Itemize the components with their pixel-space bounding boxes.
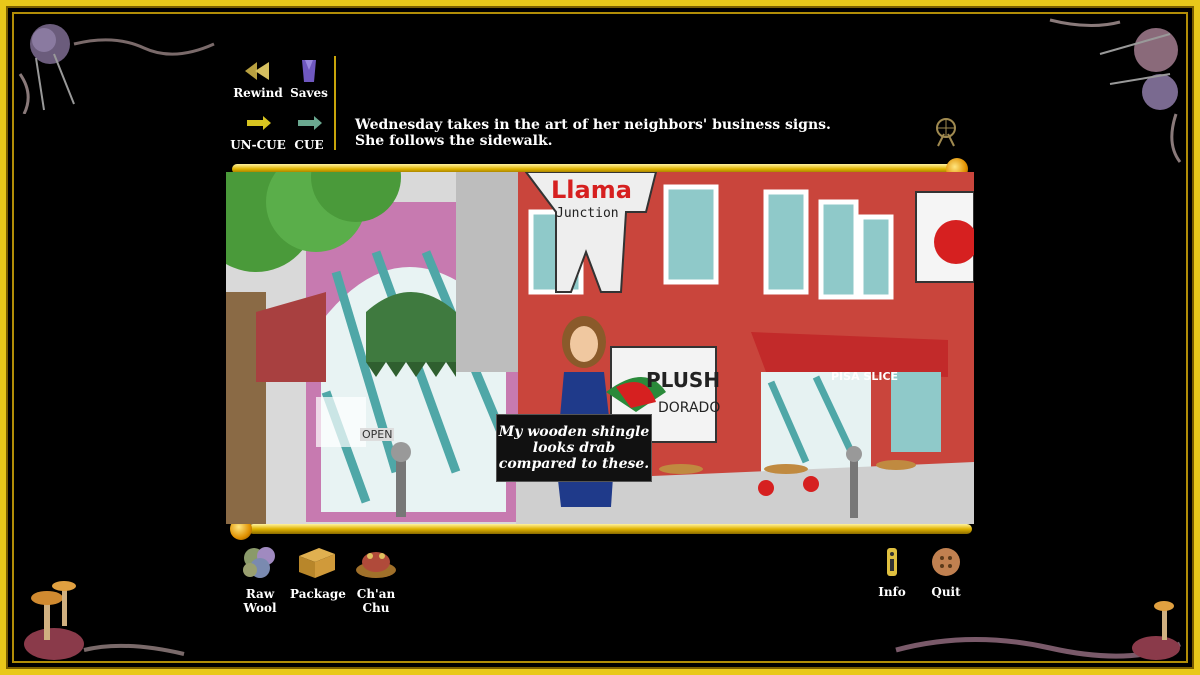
saves-button[interactable]: Saves bbox=[281, 58, 337, 100]
mushroom-corner-bottom-left bbox=[24, 581, 185, 660]
raw-wool-icon bbox=[243, 547, 275, 578]
mushroom-corner-bottom-right bbox=[895, 601, 1182, 660]
package-icon bbox=[299, 548, 335, 578]
rewind-button[interactable]: Rewind bbox=[230, 58, 286, 100]
speech-line-3: compared to these. bbox=[498, 456, 650, 472]
hand-point-icon bbox=[247, 116, 271, 130]
narration-line-2: She follows the sidewalk. bbox=[355, 133, 553, 149]
rewind-label: Rewind bbox=[233, 86, 283, 100]
sign-plush: PLUSH bbox=[646, 368, 721, 392]
sign-dorado: DORADO bbox=[658, 400, 721, 416]
spinning-wheel-icon[interactable] bbox=[930, 116, 960, 150]
speech-line-1: My wooden shingle bbox=[498, 424, 650, 440]
raw-wool-label: Raw Wool bbox=[243, 587, 277, 615]
sign-llama: Llama bbox=[551, 176, 632, 204]
sign-open: OPEN bbox=[360, 428, 395, 441]
info-label: Info bbox=[878, 585, 906, 599]
inventory-raw-wool[interactable]: Raw Wool bbox=[232, 544, 288, 615]
hand-cue-icon bbox=[298, 116, 322, 130]
saves-icon bbox=[302, 60, 316, 82]
sign-pisa-slice: PISA SLICE bbox=[831, 370, 899, 383]
cue-button[interactable]: CUE bbox=[281, 110, 337, 152]
speech-bubble: My wooden shingle looks drab compared to… bbox=[496, 414, 652, 482]
info-button[interactable]: Info bbox=[870, 546, 914, 599]
inventory-package[interactable]: Package bbox=[290, 544, 346, 601]
chan-chu-label: Ch'an Chu bbox=[356, 587, 396, 615]
chan-chu-toad-icon bbox=[356, 552, 396, 578]
narration-line-1: Wednesday takes in the art of her neighb… bbox=[355, 117, 831, 133]
narration-text: Wednesday takes in the art of her neighb… bbox=[355, 117, 915, 149]
quit-button[interactable]: Quit bbox=[924, 546, 968, 599]
inventory-chan-chu[interactable]: Ch'an Chu bbox=[346, 544, 406, 615]
bottom-rail bbox=[248, 524, 972, 534]
sign-junction: Junction bbox=[556, 206, 619, 221]
yarn-corner-top-left bbox=[18, 24, 215, 114]
quit-label: Quit bbox=[931, 585, 961, 599]
quit-button-icon bbox=[932, 548, 960, 576]
cue-label: CUE bbox=[294, 138, 324, 152]
info-icon bbox=[887, 548, 897, 576]
uncue-button[interactable]: UN-CUE bbox=[230, 110, 286, 152]
rewind-icon bbox=[245, 62, 269, 80]
package-label: Package bbox=[290, 587, 346, 601]
speech-line-2: looks drab bbox=[532, 440, 616, 456]
saves-label: Saves bbox=[290, 86, 328, 100]
toolbar-divider bbox=[334, 56, 336, 150]
uncue-label: UN-CUE bbox=[230, 138, 286, 152]
yarn-corner-top-right bbox=[1049, 18, 1182, 163]
